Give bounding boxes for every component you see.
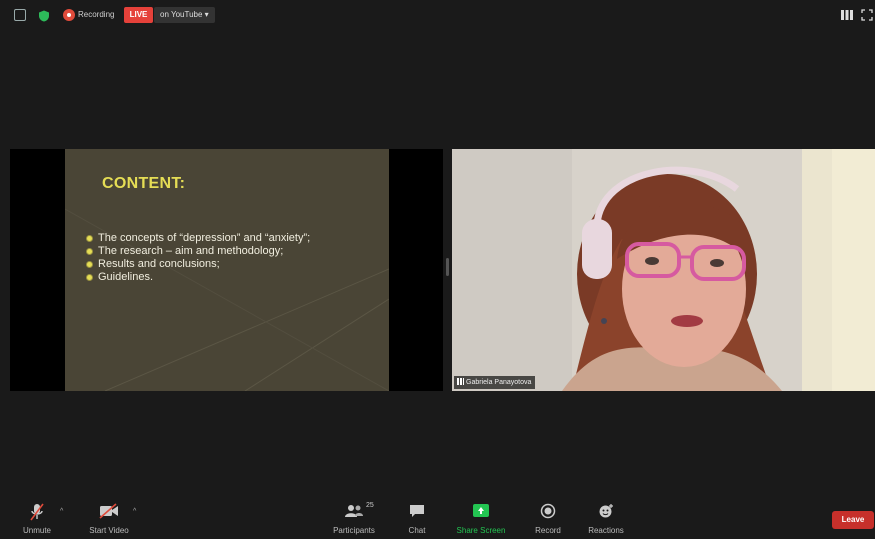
live-badge[interactable]: LIVE <box>124 7 153 23</box>
slide-title: CONTENT: <box>102 175 186 192</box>
record-label: Record <box>535 526 561 535</box>
participants-button[interactable]: 25 Participants <box>325 497 383 539</box>
audio-options-chevron-icon[interactable]: ^ <box>60 508 63 515</box>
unmute-button[interactable]: Unmute <box>12 497 62 539</box>
participant-video: Gabriela Panayotova <box>452 149 875 391</box>
share-screen-icon <box>472 503 490 524</box>
participant-name-tag: Gabriela Panayotova <box>454 376 536 389</box>
share-screen-label: Share Screen <box>456 526 506 535</box>
record-icon <box>63 9 75 21</box>
record-icon <box>540 503 556 524</box>
video-off-icon <box>99 503 119 524</box>
grid-view-icon[interactable] <box>841 8 853 20</box>
slide-bullet: The concepts of “depression” and “anxiet… <box>87 232 377 245</box>
chat-label: Chat <box>408 526 426 535</box>
participants-count: 25 <box>366 502 374 509</box>
reactions-label: Reactions <box>588 526 624 535</box>
shared-screen: CONTENT: The concepts of “depression” an… <box>10 149 443 391</box>
participants-icon <box>344 503 364 524</box>
slide-bullet: Results and conclusions; <box>87 258 377 271</box>
slide-bullet: Guidelines. <box>87 271 377 284</box>
shield-icon[interactable] <box>38 9 50 22</box>
presentation-slide: CONTENT: The concepts of “depression” an… <box>65 149 389 391</box>
meeting-top-bar: Recording LIVE on YouTube ▾ <box>0 0 875 32</box>
reactions-button[interactable]: Reactions <box>583 497 629 539</box>
share-screen-button[interactable]: Share Screen <box>450 497 512 539</box>
slide-bullet-list: The concepts of “depression” and “anxiet… <box>87 232 377 284</box>
participants-label: Participants <box>333 526 375 535</box>
participant-name: Gabriela Panayotova <box>466 379 532 386</box>
start-video-button[interactable]: Start Video <box>80 497 138 539</box>
record-button[interactable]: Record <box>528 497 568 539</box>
leave-meeting-button[interactable]: Leave <box>832 511 874 529</box>
unmute-label: Unmute <box>22 526 51 535</box>
info-icon[interactable] <box>14 9 26 21</box>
signal-icon <box>457 378 464 385</box>
fullscreen-icon[interactable] <box>861 8 873 21</box>
mic-muted-icon <box>29 503 45 526</box>
reactions-icon <box>598 503 614 524</box>
meeting-toolbar: Unmute ^ Start Video ^ 25 Participants C… <box>0 497 875 539</box>
participant-video-frame <box>452 149 875 391</box>
youtube-live-menu[interactable]: on YouTube ▾ <box>154 7 215 23</box>
view-splitter-handle[interactable] <box>446 258 449 276</box>
recording-label: Recording <box>78 10 115 19</box>
chat-button[interactable]: Chat <box>400 497 434 539</box>
slide-bullet: The research – aim and methodology; <box>87 245 377 258</box>
start-video-label: Start Video <box>89 526 129 535</box>
video-options-chevron-icon[interactable]: ^ <box>133 508 136 515</box>
chat-icon <box>409 503 425 524</box>
